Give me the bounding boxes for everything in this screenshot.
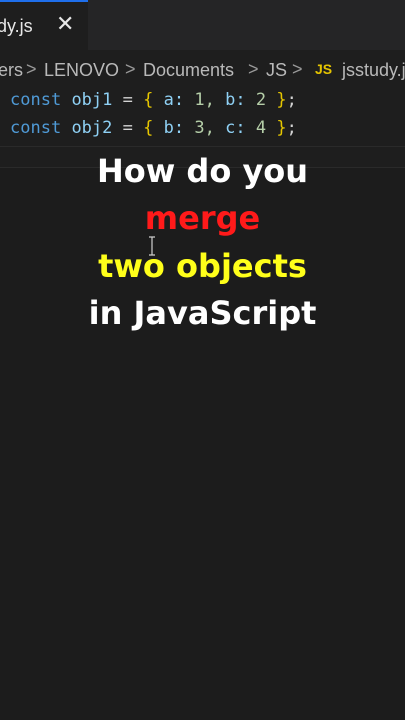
code-editor[interactable]: const obj1 = { a: 1, b: 2 }; const obj2 … <box>0 88 405 148</box>
code-line-1: const obj1 = { a: 1, b: 2 }; <box>10 90 297 110</box>
close-icon[interactable]: ✕ <box>56 14 74 36</box>
text-cursor-icon <box>149 236 155 256</box>
property: c: <box>225 118 246 138</box>
property: b: <box>225 90 246 110</box>
chevron-right-icon: > <box>248 59 259 79</box>
breadcrumb-item-lenovo[interactable]: LENOVO <box>44 60 119 81</box>
keyword: const <box>10 90 62 110</box>
headline-line-3: two objects <box>98 247 307 285</box>
property: a: <box>163 90 185 110</box>
number: 4 <box>255 118 267 138</box>
chevron-right-icon: > <box>125 59 136 79</box>
editor-tab-bar: dy.js ✕ <box>0 0 405 50</box>
number: 2 <box>255 90 267 110</box>
number: 1, <box>194 90 215 110</box>
keyword: const <box>10 118 62 138</box>
headline-line-2: merge <box>144 199 261 237</box>
semicolon: ; <box>286 90 297 110</box>
property: b: <box>163 118 185 138</box>
breadcrumb-item-file[interactable]: jsstudy.js <box>342 60 405 81</box>
operator: = <box>122 118 133 138</box>
semicolon: ; <box>286 118 297 138</box>
javascript-file-icon: JS <box>315 61 333 77</box>
brace: { <box>143 118 154 138</box>
breadcrumb: ers > LENOVO > Documents > JS > JS jsstu… <box>0 50 405 90</box>
tab-jsstudy[interactable]: dy.js ✕ <box>0 0 88 50</box>
breadcrumb-item-js[interactable]: JS <box>266 60 287 81</box>
identifier: obj1 <box>71 90 113 110</box>
tab-label: dy.js <box>0 16 33 36</box>
headline-line-1: How do you <box>96 152 309 190</box>
brace: } <box>276 118 287 138</box>
chevron-right-icon: > <box>292 59 303 79</box>
brace: } <box>276 90 287 110</box>
operator: = <box>122 90 133 110</box>
number: 3, <box>194 118 215 138</box>
breadcrumb-item-users[interactable]: ers <box>0 60 23 81</box>
breadcrumb-item-documents[interactable]: Documents <box>143 60 234 81</box>
code-line-2: const obj2 = { b: 3, c: 4 }; <box>10 118 297 138</box>
chevron-right-icon: > <box>26 59 37 79</box>
brace: { <box>143 90 154 110</box>
identifier: obj2 <box>71 118 113 138</box>
headline-line-4: in JavaScript <box>88 294 317 332</box>
